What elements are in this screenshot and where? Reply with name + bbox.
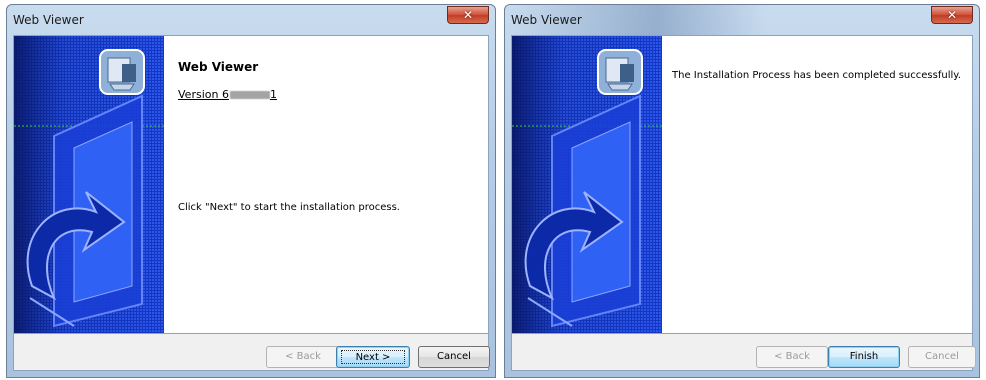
installer-side-art bbox=[14, 36, 164, 333]
installer-app-icon bbox=[98, 48, 146, 96]
installer-message: Click "Next" to start the installation p… bbox=[178, 202, 400, 213]
next-button[interactable]: Next > bbox=[336, 346, 410, 368]
version-suffix: 1 bbox=[269, 88, 277, 101]
cancel-button[interactable]: Cancel bbox=[418, 346, 490, 368]
dialog-content: Web Viewer Version 6 1 Click "Next" to st… bbox=[14, 36, 488, 334]
back-button[interactable]: < Back bbox=[266, 346, 340, 368]
version-text: Version 6 1 bbox=[178, 88, 277, 101]
cancel-button[interactable]: Cancel bbox=[908, 346, 976, 368]
version-redacted bbox=[229, 91, 270, 99]
dialog-content: The Installation Process has been comple… bbox=[512, 36, 972, 334]
installer-window-start: Web Viewer ✕ Web Viewer Version 6 1 Clic… bbox=[6, 4, 496, 378]
close-icon: ✕ bbox=[462, 8, 474, 22]
installer-heading: Web Viewer bbox=[178, 60, 259, 74]
close-button[interactable]: ✕ bbox=[447, 6, 489, 24]
close-icon: ✕ bbox=[946, 8, 958, 22]
back-button[interactable]: < Back bbox=[756, 346, 828, 368]
next-button-label: Next > bbox=[341, 350, 405, 364]
title-bar[interactable]: Web Viewer ✕ bbox=[7, 5, 495, 35]
dialog-client: The Installation Process has been comple… bbox=[511, 35, 976, 371]
dialog-client: Web Viewer Version 6 1 Click "Next" to st… bbox=[13, 35, 490, 371]
title-bar[interactable]: Web Viewer ✕ bbox=[505, 5, 979, 35]
finish-button[interactable]: Finish bbox=[828, 346, 900, 368]
window-title: Web Viewer bbox=[511, 13, 582, 27]
installer-side-art bbox=[512, 36, 662, 333]
window-title: Web Viewer bbox=[13, 13, 84, 27]
installer-app-icon bbox=[596, 48, 644, 96]
close-button[interactable]: ✕ bbox=[931, 6, 973, 24]
installer-window-finish: Web Viewer ✕ The Installation Process ha… bbox=[504, 4, 980, 378]
version-prefix: Version 6 bbox=[178, 88, 229, 101]
completion-message: The Installation Process has been comple… bbox=[672, 70, 961, 81]
